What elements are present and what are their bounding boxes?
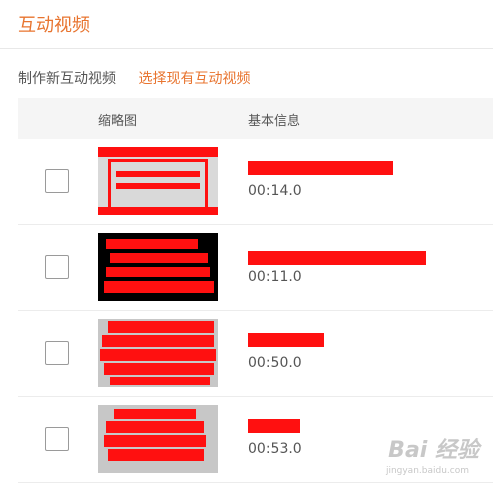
redaction-mark — [106, 267, 210, 277]
row-checkbox[interactable] — [45, 427, 69, 451]
redaction-mark — [108, 321, 214, 333]
table-row[interactable]: 00:50.0 — [18, 311, 493, 397]
redaction-mark — [106, 239, 198, 249]
video-thumbnail — [98, 147, 218, 215]
redaction-mark — [104, 363, 214, 375]
row-checkbox[interactable] — [45, 341, 69, 365]
title-redaction — [248, 161, 393, 175]
video-thumbnail — [98, 405, 218, 473]
tab-select-existing[interactable]: 选择现有互动视频 — [138, 68, 250, 88]
tab-create-new[interactable]: 制作新互动视频 — [18, 68, 116, 88]
title-redaction — [248, 333, 324, 347]
video-thumbnail — [98, 319, 218, 387]
redaction-mark — [110, 377, 210, 385]
redaction-mark — [102, 335, 214, 347]
video-duration: 00:50.0 — [248, 355, 302, 371]
video-table: 缩略图 基本信息 00:14.0 00:11.0 00:50.0 00:53.0 — [18, 98, 493, 483]
redaction-mark — [110, 253, 208, 263]
redaction-mark — [106, 421, 204, 433]
redaction-mark — [108, 449, 204, 461]
redaction-mark — [114, 409, 196, 419]
column-header-info: 基本信息 — [248, 114, 301, 129]
redaction-mark — [104, 435, 206, 447]
table-row[interactable]: 00:14.0 — [18, 139, 493, 225]
header: 互动视频 — [0, 0, 493, 49]
redaction-mark — [116, 183, 200, 189]
video-duration: 00:14.0 — [248, 183, 302, 199]
video-duration: 00:11.0 — [248, 269, 302, 285]
video-duration: 00:53.0 — [248, 441, 302, 457]
page-title: 互动视频 — [18, 15, 90, 36]
redaction-mark — [104, 281, 214, 293]
tab-bar: 制作新互动视频 选择现有互动视频 — [18, 68, 268, 88]
row-checkbox[interactable] — [45, 169, 69, 193]
redaction-mark — [116, 171, 200, 177]
table-row[interactable]: 00:11.0 — [18, 225, 493, 311]
title-redaction — [248, 419, 300, 433]
video-thumbnail — [98, 233, 218, 301]
title-redaction — [248, 251, 426, 265]
row-checkbox[interactable] — [45, 255, 69, 279]
watermark-logo: Bai 经验 — [388, 438, 479, 463]
table-header: 缩略图 基本信息 — [18, 98, 493, 139]
redaction-mark — [100, 349, 216, 361]
watermark-url: jingyan.baidu.com — [385, 466, 469, 476]
redaction-mark — [98, 207, 218, 215]
column-header-thumbnail: 缩略图 — [98, 114, 138, 129]
redaction-mark — [98, 147, 218, 157]
